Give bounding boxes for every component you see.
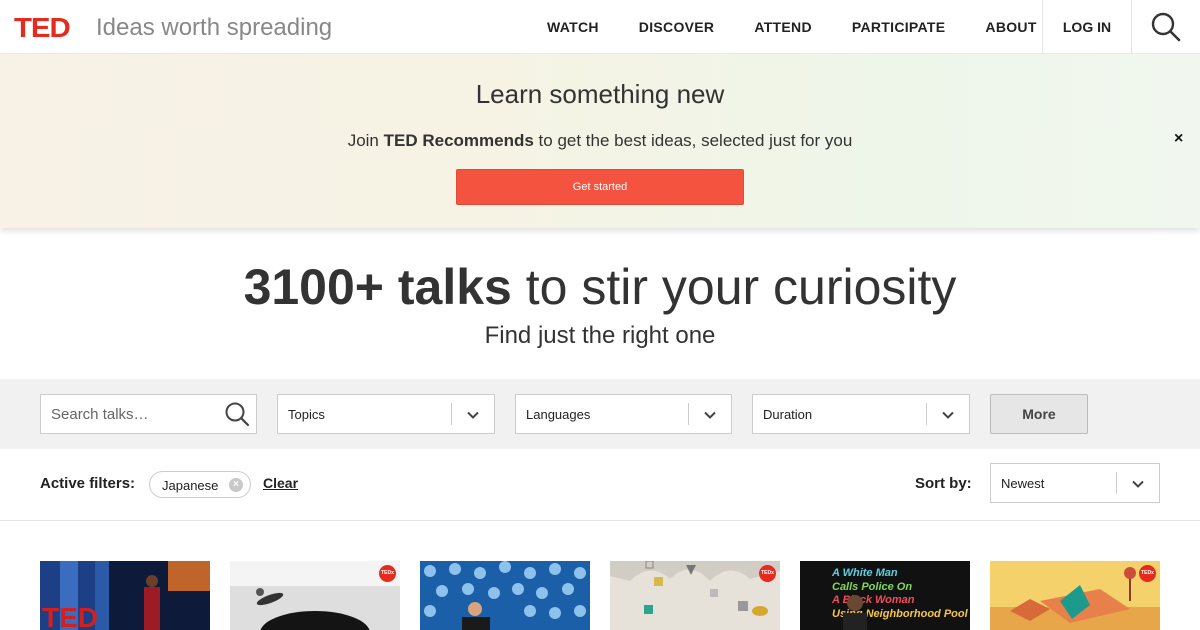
talk-thumbnail-image bbox=[610, 561, 780, 630]
talk-thumbnail[interactable] bbox=[420, 561, 590, 630]
title-bold: 3100+ talks bbox=[243, 259, 512, 315]
site-header: TED Ideas worth spreading WATCH DISCOVER… bbox=[0, 0, 1200, 54]
sort-by-label: Sort by: bbox=[915, 475, 972, 492]
sort-select-value: Newest bbox=[1001, 476, 1045, 491]
search-icon[interactable] bbox=[224, 401, 250, 427]
clear-filters-link[interactable]: Clear bbox=[263, 475, 298, 491]
languages-select-value: Languages bbox=[526, 407, 591, 422]
banner-sub-bold: TED Recommends bbox=[383, 131, 534, 150]
topics-select-value: Topics bbox=[288, 407, 325, 422]
duration-select[interactable]: Duration bbox=[752, 394, 970, 434]
talk-thumbnail-image bbox=[990, 561, 1160, 630]
banner-sub-suffix: to get the best ideas, selected just for… bbox=[533, 131, 853, 150]
nav-attend[interactable]: ATTEND bbox=[734, 0, 832, 54]
talk-thumbnail-image bbox=[420, 561, 590, 630]
tagline: Ideas worth spreading bbox=[96, 14, 333, 41]
talk-thumbnail[interactable]: TEDx bbox=[230, 561, 400, 630]
chevron-down-icon bbox=[467, 411, 479, 419]
recommends-banner: Learn something new Join TED Recommends … bbox=[0, 54, 1200, 228]
banner-title: Learn something new bbox=[475, 79, 725, 109]
ted-logo[interactable]: TED bbox=[14, 12, 71, 44]
talk-thumbnail[interactable]: TEDx bbox=[610, 561, 780, 630]
filter-chip-japanese: Japanese × bbox=[149, 471, 251, 498]
languages-select[interactable]: Languages bbox=[515, 394, 732, 434]
chevron-down-icon bbox=[704, 411, 716, 419]
nav-watch[interactable]: WATCH bbox=[527, 0, 619, 54]
active-filters-label: Active filters: bbox=[40, 475, 136, 492]
get-started-button[interactable]: Get started bbox=[456, 169, 744, 205]
tedx-badge: TEDx bbox=[379, 565, 396, 582]
sort-select[interactable]: Newest bbox=[990, 463, 1160, 503]
duration-select-value: Duration bbox=[763, 407, 813, 422]
tedx-badge: TEDx bbox=[1139, 565, 1156, 582]
filter-chip-label: Japanese bbox=[162, 478, 219, 493]
talk-thumbnail[interactable]: TEDx bbox=[990, 561, 1160, 630]
banner-subtitle: Join TED Recommends to get the best idea… bbox=[0, 131, 1200, 151]
page-subtitle: Find just the right one bbox=[484, 322, 716, 349]
active-filters-row: Active filters: Japanese × Clear Sort by… bbox=[0, 449, 1200, 521]
speaker-silhouette bbox=[843, 595, 867, 630]
talk-thumbnail[interactable]: TED bbox=[40, 561, 210, 630]
tedx-badge: TEDx bbox=[759, 565, 776, 582]
search-icon bbox=[1151, 12, 1181, 42]
chevron-down-icon bbox=[1132, 480, 1144, 488]
talk-thumbnail-image bbox=[230, 561, 400, 630]
search-input[interactable] bbox=[41, 395, 221, 433]
header-search-button[interactable] bbox=[1132, 0, 1200, 54]
page-title: 3100+ talks to stir your curiosity bbox=[0, 258, 1200, 316]
talk-thumbnail[interactable]: A White Man Calls Police On A Black Woma… bbox=[800, 561, 970, 630]
nav-participate[interactable]: PARTICIPATE bbox=[832, 0, 966, 54]
search-talks-box bbox=[40, 394, 257, 434]
close-icon[interactable]: × bbox=[1174, 130, 1183, 148]
more-filters-button[interactable]: More bbox=[990, 394, 1088, 434]
svg-text:TED: TED bbox=[42, 602, 98, 630]
filter-bar: Topics Languages Duration More bbox=[0, 379, 1200, 449]
main-nav: WATCH DISCOVER ATTEND PARTICIPATE ABOUT bbox=[527, 0, 1057, 54]
nav-discover[interactable]: DISCOVER bbox=[619, 0, 735, 54]
remove-filter-icon[interactable]: × bbox=[229, 478, 243, 492]
banner-sub-prefix: Join bbox=[347, 131, 384, 150]
topics-select[interactable]: Topics bbox=[277, 394, 495, 434]
talk-thumbnail-image: TED bbox=[40, 561, 210, 630]
login-link[interactable]: LOG IN bbox=[1043, 0, 1131, 54]
chevron-down-icon bbox=[942, 411, 954, 419]
title-rest: to stir your curiosity bbox=[511, 259, 957, 315]
